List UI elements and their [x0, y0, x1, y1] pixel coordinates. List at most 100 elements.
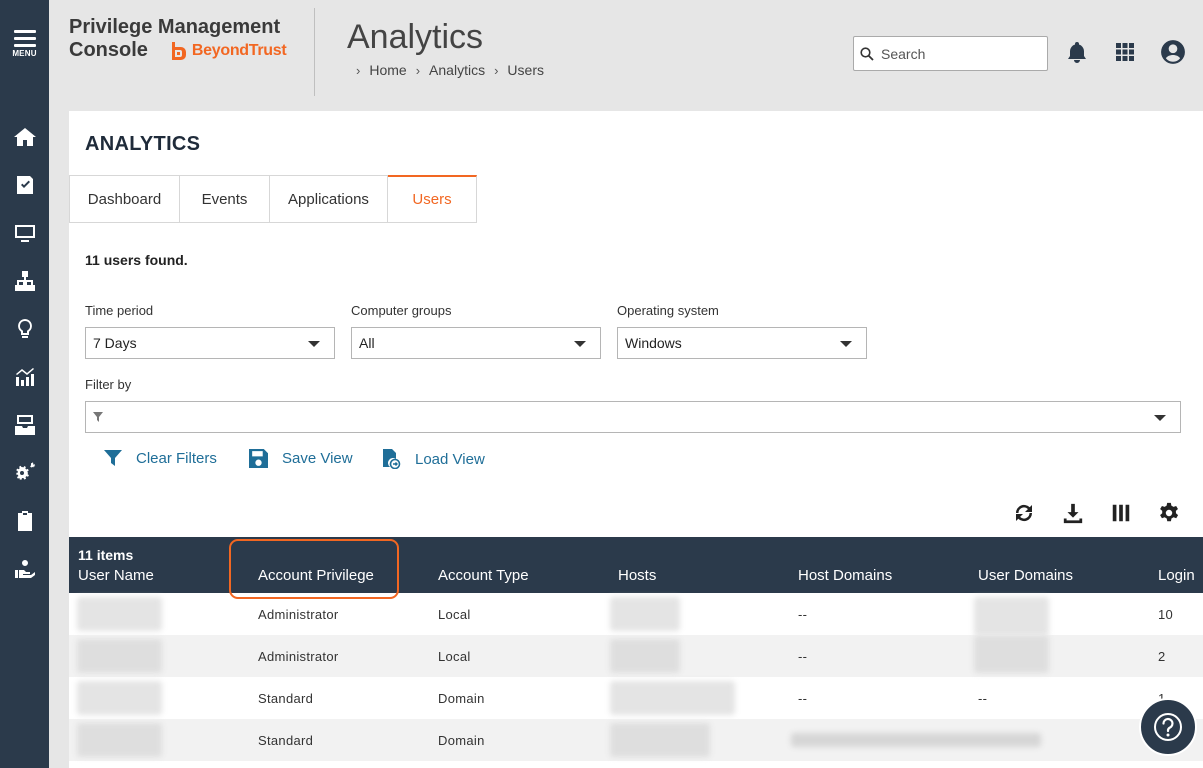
filter-icon [93, 412, 103, 422]
load-view-label: Load View [415, 450, 485, 468]
search-input[interactable] [881, 45, 1031, 62]
column-user-name[interactable]: User Name [78, 567, 154, 584]
help-question-icon [1154, 713, 1182, 741]
tab-users[interactable]: Users [388, 175, 477, 223]
cell-type: Local [438, 607, 471, 622]
download-icon[interactable] [1059, 499, 1087, 527]
brand-line1: Privilege Management [69, 16, 281, 38]
apps-grid-icon[interactable] [1111, 38, 1139, 66]
redacted-hosts [610, 639, 680, 673]
save-view-label: Save View [282, 450, 353, 467]
settings-gears-icon[interactable] [0, 458, 49, 488]
sitemap-icon[interactable] [0, 266, 49, 296]
columns-icon[interactable] [1107, 499, 1135, 527]
breadcrumb-users: Users [507, 62, 544, 78]
redacted-host-domains [791, 733, 1041, 747]
funnel-icon [104, 450, 122, 466]
brand: Privilege Management Console BeyondTrust [69, 16, 287, 62]
computer-groups-value: All [359, 335, 375, 351]
clear-filters-label: Clear Filters [136, 449, 217, 467]
table-row[interactable]: Administrator Local -- 2 [69, 635, 1203, 677]
operating-system-select[interactable]: Windows [617, 327, 867, 359]
redacted-hosts [610, 723, 710, 757]
search-box[interactable] [853, 36, 1048, 71]
time-period-select[interactable]: 7 Days [85, 327, 335, 359]
clipboard-icon[interactable] [0, 506, 49, 536]
page-title: Analytics [347, 18, 484, 56]
filter-by-select[interactable] [85, 401, 1181, 433]
inbox-icon[interactable] [0, 410, 49, 440]
beyondtrust-logo: BeyondTrust [170, 39, 287, 62]
cell-user-domains: -- [978, 691, 988, 706]
search-icon [860, 46, 874, 61]
column-hosts[interactable]: Hosts [618, 567, 656, 584]
redacted-user-domains [974, 597, 1049, 635]
breadcrumb-chevron-icon: › [494, 62, 499, 78]
settings-gear-icon[interactable] [1155, 499, 1183, 527]
column-user-domains[interactable]: User Domains [978, 567, 1073, 584]
column-login[interactable]: Login [1158, 567, 1195, 584]
column-account-type[interactable]: Account Type [438, 567, 529, 584]
redacted-user-name [77, 723, 162, 757]
beyondtrust-logo-icon [171, 41, 186, 60]
breadcrumb-chevron-icon: › [415, 62, 421, 78]
operating-system-label: Operating system [617, 303, 719, 318]
tab-events[interactable]: Events [180, 175, 270, 223]
breadcrumb: › Home › Analytics › Users [356, 62, 544, 78]
cell-privilege: Administrator [258, 607, 339, 622]
cell-host-domains: -- [798, 607, 808, 622]
clear-filters-button[interactable]: Clear Filters [104, 449, 217, 467]
home-icon[interactable] [0, 122, 49, 152]
column-host-domains[interactable]: Host Domains [798, 567, 892, 584]
cell-host-domains: -- [798, 691, 808, 706]
brand-line2: Console [69, 39, 148, 61]
redacted-user-name [77, 597, 162, 631]
redacted-user-domains [974, 635, 1049, 673]
header-divider [314, 8, 315, 96]
chevron-down-icon [308, 341, 320, 347]
breadcrumb-home[interactable]: Home [369, 62, 406, 78]
help-button[interactable] [1139, 698, 1197, 756]
items-count: 11 items [78, 547, 134, 563]
time-period-value: 7 Days [93, 335, 137, 351]
hamburger-icon [13, 30, 36, 47]
cell-privilege: Standard [258, 733, 314, 748]
computer-icon[interactable] [0, 218, 49, 248]
load-view-button[interactable]: Load View [381, 449, 485, 469]
cell-type: Domain [438, 691, 485, 706]
logo-text: BeyondTrust [191, 42, 287, 59]
chevron-down-icon [574, 341, 586, 347]
table-row[interactable]: Standard Domain [69, 719, 1203, 761]
breadcrumb-analytics[interactable]: Analytics [429, 62, 485, 78]
analytics-card: ANALYTICS Dashboard Events Applications … [69, 111, 1203, 768]
user-account-icon[interactable] [1159, 38, 1187, 66]
lightbulb-icon[interactable] [0, 314, 49, 344]
hand-icon[interactable] [0, 554, 49, 584]
redacted-user-name [77, 681, 162, 715]
menu-label: MENU [12, 49, 37, 58]
computer-groups-select[interactable]: All [351, 327, 601, 359]
cell-host-domains: -- [798, 649, 808, 664]
tab-bar: Dashboard Events Applications Users [69, 175, 477, 223]
computer-groups-label: Computer groups [351, 303, 452, 318]
load-file-icon [383, 449, 401, 469]
save-icon [249, 449, 268, 468]
tab-applications[interactable]: Applications [270, 175, 388, 223]
cell-login: 10 [1158, 607, 1174, 622]
table-row[interactable]: Standard Domain -- -- 1 [69, 677, 1203, 719]
table-row[interactable]: Administrator Local -- 10 [69, 593, 1203, 635]
policy-icon[interactable] [0, 170, 49, 200]
analytics-icon[interactable] [0, 362, 49, 392]
notifications-bell-icon[interactable] [1063, 38, 1091, 66]
redacted-user-name [77, 639, 162, 673]
chevron-down-icon [840, 341, 852, 347]
operating-system-value: Windows [625, 335, 682, 351]
tab-dashboard[interactable]: Dashboard [69, 175, 180, 223]
refresh-icon[interactable] [1010, 499, 1038, 527]
save-view-button[interactable]: Save View [249, 449, 353, 468]
time-period-label: Time period [85, 303, 154, 318]
menu-button[interactable]: MENU [0, 30, 49, 58]
redacted-hosts [610, 597, 680, 631]
section-heading: ANALYTICS [85, 133, 201, 155]
filter-by-label: Filter by [85, 377, 132, 392]
